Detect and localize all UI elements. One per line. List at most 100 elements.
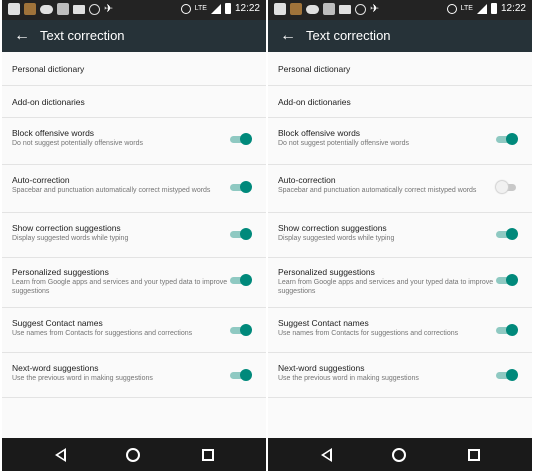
- phone-screen-right: ✈ LTE 12:22 ← Text correction Personal dictio…: [268, 0, 532, 471]
- airplane-icon: ✈: [104, 3, 114, 15]
- setting-title: Personalized suggestions: [278, 267, 375, 277]
- setting-summary: Do not suggest potentially offensive wor…: [12, 140, 144, 147]
- setting-row[interactable]: Suggest Contact names Use names from Cont…: [2, 308, 266, 353]
- home-circle-icon[interactable]: [126, 448, 140, 462]
- setting-summary: Learn from Google apps and services and …: [12, 279, 228, 295]
- uk-icon: [89, 3, 100, 15]
- network-type-label: LTE: [460, 4, 473, 12]
- setting-summary: Display suggested words while typing: [278, 235, 395, 242]
- settings-list: Personal dictionary Add-on dictionaries Bl…: [2, 52, 266, 398]
- setting-title: Block offensive words: [12, 128, 95, 138]
- status-bar-notifications: ✈: [274, 3, 379, 15]
- setting-summary: Use names from Contacts for suggestions …: [278, 330, 459, 337]
- setting-summary: Spacebar and punctuation automatically c…: [12, 187, 211, 194]
- signal-icon: [476, 3, 487, 14]
- setting-row[interactable]: Personal dictionary: [268, 52, 532, 86]
- game-icon: [24, 3, 36, 15]
- toggle-switch[interactable]: [496, 324, 518, 336]
- status-bar-system: LTE 12:22: [180, 3, 260, 14]
- status-bar-system: LTE 12:22: [446, 3, 526, 14]
- status-time: 12:22: [500, 3, 526, 14]
- toggle-switch[interactable]: [230, 228, 252, 240]
- toggle-switch[interactable]: [230, 133, 252, 145]
- toggle-switch[interactable]: [230, 274, 252, 286]
- recents-square-icon[interactable]: [468, 449, 480, 461]
- setting-title: Add-on dictionaries: [12, 97, 85, 107]
- setting-row[interactable]: Auto-correction Spacebar and punctuation …: [268, 165, 532, 213]
- alarm-icon: [446, 3, 457, 14]
- setting-title: Show correction suggestions: [278, 223, 387, 233]
- status-bar: ✈ LTE 12:22: [268, 0, 532, 20]
- setting-row[interactable]: Suggest Contact names Use names from Cont…: [268, 308, 532, 353]
- mail-icon: [73, 4, 85, 14]
- setting-row[interactable]: Personal dictionary: [2, 52, 266, 86]
- status-bar: ✈ LTE 12:22: [2, 0, 266, 20]
- phone-screen-left: ✈ LTE 12:22 ← Text correction Personal dictio…: [2, 0, 266, 471]
- setting-title: Suggest Contact names: [12, 318, 103, 328]
- toggle-switch[interactable]: [230, 369, 252, 381]
- network-type-label: LTE: [194, 4, 207, 12]
- setting-row[interactable]: Add-on dictionaries: [2, 86, 266, 118]
- toggle-thumb: [506, 274, 518, 286]
- setting-summary: Spacebar and punctuation automatically c…: [278, 187, 477, 194]
- setting-title: Next-word suggestions: [278, 363, 365, 373]
- setting-row[interactable]: Block offensive words Do not suggest pote…: [2, 118, 266, 165]
- toggle-thumb: [506, 369, 518, 381]
- setting-row[interactable]: Show correction suggestions Display sugge…: [268, 213, 532, 258]
- mail-icon: [339, 4, 351, 14]
- setting-row[interactable]: Personalized suggestions Learn from Googl…: [2, 258, 266, 308]
- home-circle-icon[interactable]: [392, 448, 406, 462]
- arrow-back-icon[interactable]: ←: [280, 26, 296, 46]
- alarm-icon: [180, 3, 191, 14]
- cloud-icon: [306, 4, 319, 14]
- toggle-switch[interactable]: [496, 228, 518, 240]
- setting-summary: Use the previous word in making suggesti…: [12, 375, 153, 382]
- battery-icon: [224, 3, 231, 14]
- recents-square-icon[interactable]: [202, 449, 214, 461]
- image-icon: [323, 3, 335, 15]
- navigation-bar: [2, 438, 266, 471]
- image-icon: [57, 3, 69, 15]
- status-time: 12:22: [234, 3, 260, 14]
- setting-title: Personal dictionary: [278, 64, 351, 74]
- navigation-bar: [268, 438, 532, 471]
- toggle-thumb: [240, 181, 252, 193]
- game-icon: [290, 3, 302, 15]
- back-triangle-icon[interactable]: [319, 447, 335, 463]
- setting-summary: Learn from Google apps and services and …: [278, 279, 494, 295]
- gallery-icon: [274, 3, 286, 15]
- setting-summary: Do not suggest potentially offensive wor…: [278, 140, 410, 147]
- setting-title: Show correction suggestions: [12, 223, 121, 233]
- battery-icon: [490, 3, 497, 14]
- setting-summary: Use the previous word in making suggesti…: [278, 375, 419, 382]
- toggle-switch[interactable]: [496, 181, 518, 193]
- toggle-switch[interactable]: [496, 369, 518, 381]
- toggle-switch[interactable]: [230, 324, 252, 336]
- back-triangle-icon[interactable]: [53, 447, 69, 463]
- setting-row[interactable]: Next-word suggestions Use the previous wo…: [268, 353, 532, 398]
- toggle-thumb: [240, 228, 252, 240]
- setting-row[interactable]: Auto-correction Spacebar and punctuation …: [2, 165, 266, 213]
- setting-title: Next-word suggestions: [12, 363, 99, 373]
- setting-row[interactable]: Block offensive words Do not suggest pote…: [268, 118, 532, 165]
- signal-icon: [210, 3, 221, 14]
- setting-summary: Use names from Contacts for suggestions …: [12, 330, 193, 337]
- gallery-icon: [8, 3, 20, 15]
- toggle-thumb: [240, 274, 252, 286]
- uk-icon: [355, 3, 366, 15]
- setting-row[interactable]: Next-word suggestions Use the previous wo…: [2, 353, 266, 398]
- toggle-thumb: [496, 181, 508, 193]
- toggle-thumb: [506, 324, 518, 336]
- setting-row[interactable]: Personalized suggestions Learn from Googl…: [268, 258, 532, 308]
- toggle-thumb: [240, 324, 252, 336]
- toggle-switch[interactable]: [496, 274, 518, 286]
- toggle-switch[interactable]: [230, 181, 252, 193]
- toggle-switch[interactable]: [496, 133, 518, 145]
- setting-title: Personal dictionary: [12, 64, 85, 74]
- app-bar: ← Text correction: [268, 20, 532, 52]
- airplane-icon: ✈: [370, 3, 380, 15]
- setting-row[interactable]: Show correction suggestions Display sugge…: [2, 213, 266, 258]
- arrow-back-icon[interactable]: ←: [14, 26, 30, 46]
- setting-row[interactable]: Add-on dictionaries: [268, 86, 532, 118]
- toggle-thumb: [506, 133, 518, 145]
